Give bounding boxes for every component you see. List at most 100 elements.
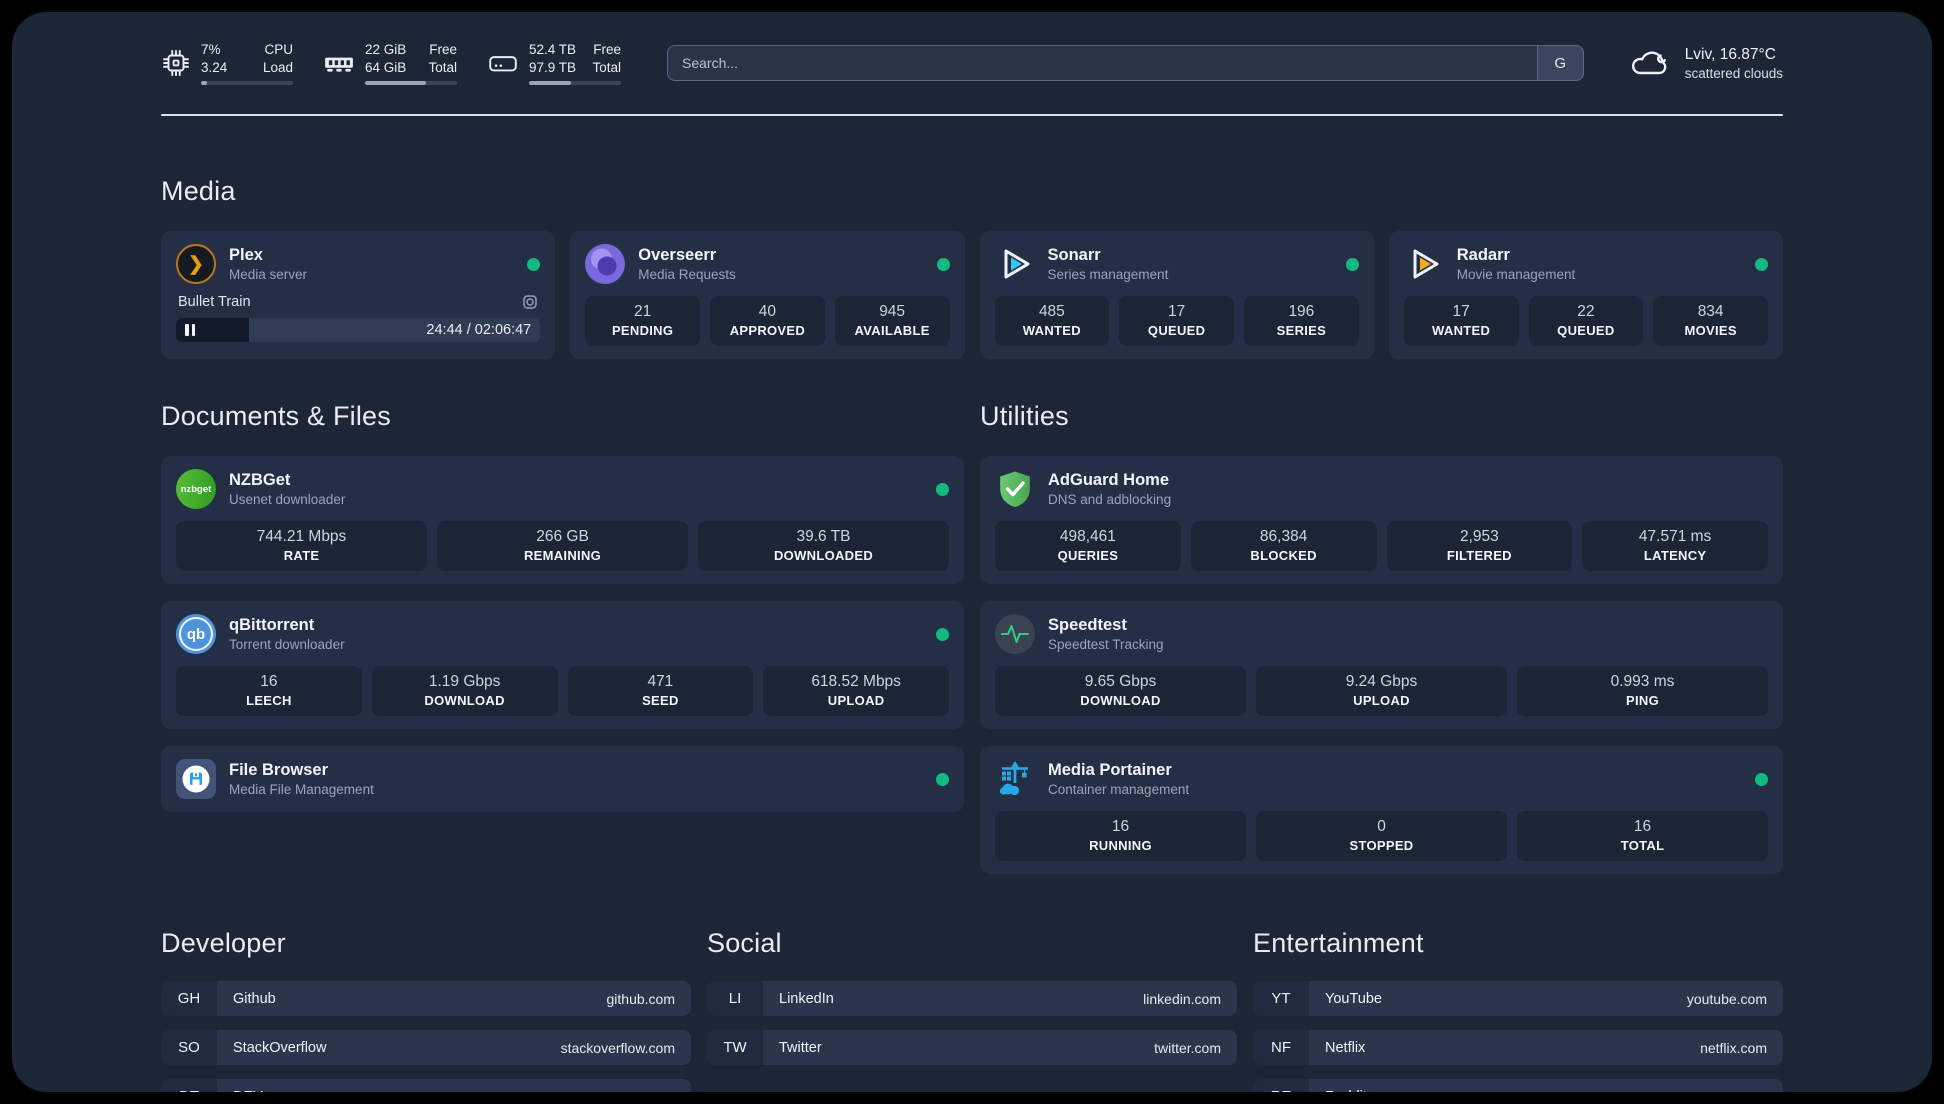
entertainment-column: Entertainment YT YouTube youtube.com NF … xyxy=(1253,928,1783,1092)
app-description: Media Requests xyxy=(638,267,736,282)
overseerr-card[interactable]: Overseerr Media Requests 21 PENDING 40 A… xyxy=(570,231,965,359)
bookmark-name: LinkedIn xyxy=(779,990,834,1007)
app-name: Media Portainer xyxy=(1048,761,1172,779)
status-online-dot xyxy=(1345,257,1359,271)
bookmark-name: DEV xyxy=(233,1089,263,1093)
bookmark-abbr: DT xyxy=(161,1079,217,1092)
system-stats: 7% 3.24 CPU Load 22 GiB 64 GiB Free Tota… xyxy=(161,41,621,86)
stat-filtered: 2,953 FILTERED xyxy=(1386,521,1573,571)
radarr-card[interactable]: Radarr Movie management 17 WANTED 22 QUE… xyxy=(1388,231,1783,359)
stat-download: 9.65 Gbps DOWNLOAD xyxy=(995,666,1246,716)
stat-download: 1.19 Gbps DOWNLOAD xyxy=(371,666,558,716)
status-online-dot xyxy=(527,257,541,271)
header: 7% 3.24 CPU Load 22 GiB 64 GiB Free Tota… xyxy=(161,38,1783,88)
bookmark-netflix[interactable]: NF Netflix netflix.com xyxy=(1253,1030,1783,1065)
nzbget-card[interactable]: nzbget NZBGet Usenet downloader 744.21 M… xyxy=(161,456,964,584)
utilities-column: Utilities AdGuard Home DNS and adblockin… xyxy=(980,365,1783,874)
ram-free-value: 22 GiB xyxy=(365,41,407,57)
stat-leech: 16 LEECH xyxy=(176,666,362,716)
stat-queued: 22 QUEUED xyxy=(1528,296,1644,346)
search-bar: G xyxy=(667,45,1584,81)
stat-running: 16 RUNNING xyxy=(995,811,1246,861)
bookmark-dev[interactable]: DT DEV dev.to xyxy=(161,1079,691,1092)
adguard-card[interactable]: AdGuard Home DNS and adblocking 498,461 … xyxy=(980,456,1783,584)
bookmark-reddit[interactable]: RE Reddit reddit.com xyxy=(1253,1079,1783,1092)
status-online-dot xyxy=(1755,257,1768,271)
ram-total-value: 64 GiB xyxy=(365,59,407,75)
app-name: qBittorrent xyxy=(229,616,315,634)
sonarr-card[interactable]: Sonarr Series management 485 WANTED 17 Q… xyxy=(979,231,1374,359)
portainer-card[interactable]: Media Portainer Container management 16 … xyxy=(980,746,1783,874)
bookmark-abbr: SO xyxy=(161,1030,217,1065)
stat-queued: 17 QUEUED xyxy=(1119,296,1234,346)
disk-progress-fill xyxy=(529,81,572,86)
app-description: DNS and adblocking xyxy=(1048,492,1172,507)
bookmark-youtube[interactable]: YT YouTube youtube.com xyxy=(1253,981,1783,1016)
pause-icon[interactable] xyxy=(185,324,195,336)
bookmark-url: github.com xyxy=(606,990,675,1007)
app-name: AdGuard Home xyxy=(1048,471,1170,489)
app-name: NZBGet xyxy=(229,471,291,489)
bookmark-twitter[interactable]: TW Twitter twitter.com xyxy=(707,1030,1237,1065)
cpu-label: CPU xyxy=(264,41,293,57)
bookmark-url: twitter.com xyxy=(1154,1039,1221,1056)
status-online-dot xyxy=(936,627,949,641)
filebrowser-icon xyxy=(176,759,216,799)
cpu-stat: 7% 3.24 CPU Load xyxy=(161,41,293,86)
speedtest-card[interactable]: Speedtest Speedtest Tracking 9.65 Gbps D… xyxy=(980,601,1783,729)
ram-total-label: Total xyxy=(428,59,457,75)
bookmark-name: Netflix xyxy=(1325,1039,1366,1056)
filebrowser-card[interactable]: File Browser Media File Management xyxy=(161,746,964,812)
plex-card[interactable]: ❯ Plex Media server Bullet Train 24:44 /… xyxy=(161,231,556,359)
bookmark-abbr: TW xyxy=(707,1030,763,1065)
weather-location-temp: Lviv, 16.87°C xyxy=(1684,45,1776,63)
bookmark-stackoverflow[interactable]: SO StackOverflow stackoverflow.com xyxy=(161,1030,691,1065)
stat-latency: 47.571 ms LATENCY xyxy=(1582,521,1768,571)
status-online-dot xyxy=(1755,772,1768,786)
section-title-utilities: Utilities xyxy=(980,401,1069,431)
bookmark-name: StackOverflow xyxy=(233,1039,327,1056)
stat-total: 16 TOTAL xyxy=(1517,811,1768,861)
app-description: Usenet downloader xyxy=(229,492,346,507)
bookmark-url: linkedin.com xyxy=(1143,990,1221,1007)
search-engine-button[interactable]: G xyxy=(1536,45,1584,81)
disk-free-label: Free xyxy=(593,41,621,57)
bookmark-url: reddit.com xyxy=(1702,1089,1767,1093)
stat-queries: 498,461 QUERIES xyxy=(995,521,1181,571)
ram-stat: 22 GiB 64 GiB Free Total xyxy=(323,41,457,86)
app-name: Speedtest xyxy=(1048,616,1127,634)
qbittorrent-card[interactable]: qb qBittorrent Torrent downloader 16 LEE… xyxy=(161,601,964,729)
app-name: Overseerr xyxy=(638,246,717,264)
status-online-dot xyxy=(936,482,949,496)
bookmark-linkedin[interactable]: LI LinkedIn linkedin.com xyxy=(707,981,1237,1016)
ram-icon xyxy=(325,57,353,72)
now-playing-title: Bullet Train xyxy=(178,294,251,310)
status-online-dot xyxy=(936,772,949,786)
stat-available: 945 AVAILABLE xyxy=(834,296,950,346)
bookmark-github[interactable]: GH Github github.com xyxy=(161,981,691,1016)
now-playing-settings-icon[interactable] xyxy=(522,294,538,310)
search-input[interactable] xyxy=(667,45,1584,81)
bookmark-name: Github xyxy=(233,990,276,1007)
developer-column: Developer GH Github github.com SO StackO… xyxy=(161,928,691,1092)
playback-progress-bar[interactable]: 24:44 / 02:06:47 xyxy=(176,318,541,342)
weather-widget[interactable]: Lviv, 16.87°C scattered clouds xyxy=(1626,45,1783,81)
bookmark-url: youtube.com xyxy=(1686,990,1767,1007)
stat-seed: 471 SEED xyxy=(567,666,754,716)
stat-approved: 40 APPROVED xyxy=(710,296,825,346)
stat-wanted: 17 WANTED xyxy=(1403,296,1519,346)
section-title-social: Social xyxy=(707,928,782,958)
app-name: Radarr xyxy=(1456,246,1510,264)
cpu-load-label: Load xyxy=(262,59,293,75)
section-title-media: Media xyxy=(161,176,236,206)
bookmark-abbr: YT xyxy=(1253,981,1309,1016)
portainer-icon xyxy=(995,759,1035,799)
radarr-icon xyxy=(1404,244,1444,284)
cpu-percent: 7% xyxy=(201,41,221,57)
bookmark-url: stackoverflow.com xyxy=(560,1039,675,1056)
ram-progress-fill xyxy=(365,81,426,86)
section-title-documents: Documents & Files xyxy=(161,401,391,431)
cloud-icon xyxy=(1631,51,1667,75)
bookmark-abbr: NF xyxy=(1253,1030,1309,1065)
stat-movies: 834 MOVIES xyxy=(1653,296,1768,346)
